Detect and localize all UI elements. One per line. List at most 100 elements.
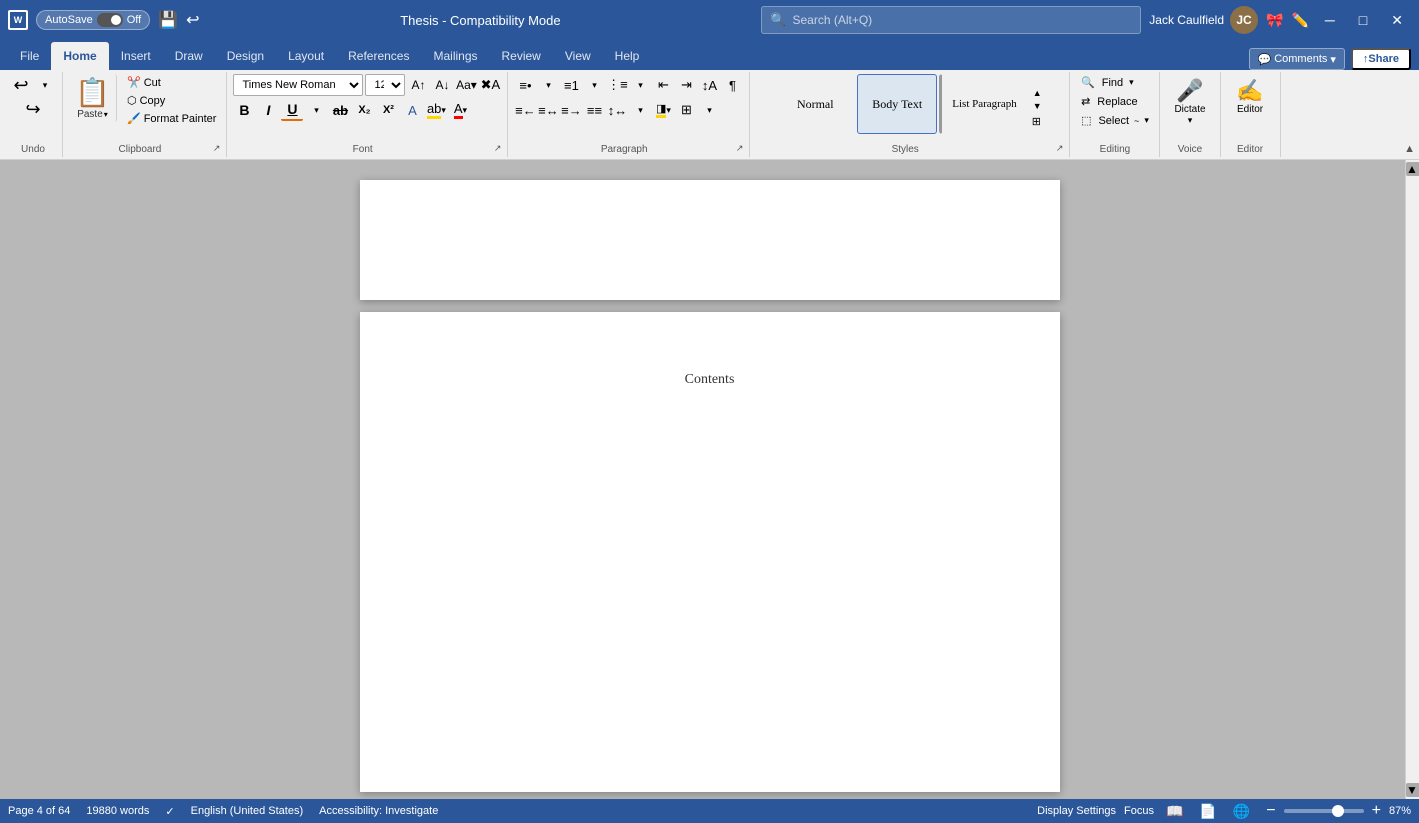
share-button[interactable]: ↑ Share xyxy=(1351,48,1411,70)
highlight-button[interactable]: ab ▾ xyxy=(425,99,447,121)
replace-button[interactable]: ⇄ Replace xyxy=(1077,93,1142,110)
scroll-up-button[interactable]: ▲ xyxy=(1406,162,1419,176)
comments-button[interactable]: 💬 Comments ▾ xyxy=(1249,48,1345,70)
title-undo-icon[interactable]: ↩ xyxy=(186,10,199,30)
autosave-button[interactable]: AutoSave Off xyxy=(36,10,150,30)
format-painter-button[interactable]: 🖌️ Format Painter xyxy=(123,110,220,127)
tab-references[interactable]: References xyxy=(336,42,421,70)
find-dropdown[interactable]: ▾ xyxy=(1129,77,1134,88)
tab-file[interactable]: File xyxy=(8,42,51,70)
tab-help[interactable]: Help xyxy=(603,42,652,70)
tab-view[interactable]: View xyxy=(553,42,603,70)
clipboard-expand-icon[interactable]: ↗ xyxy=(213,143,221,154)
undo-button[interactable]: ↩ xyxy=(10,74,32,96)
style-normal[interactable]: Normal xyxy=(775,74,855,134)
save-icon[interactable]: 💾 xyxy=(158,10,178,30)
multilevel-button[interactable]: ⋮≡ xyxy=(606,74,628,96)
redo-button[interactable]: ↪ xyxy=(22,98,44,120)
language[interactable]: English (United States) xyxy=(191,805,304,817)
cut-button[interactable]: ✂️ Cut xyxy=(123,74,220,91)
tab-mailings[interactable]: Mailings xyxy=(421,42,489,70)
italic-button[interactable]: I xyxy=(257,99,279,121)
word-count[interactable]: 19880 words xyxy=(86,805,149,817)
select-button[interactable]: ⬚ Select ~ ▾ xyxy=(1077,112,1153,129)
web-layout-button[interactable]: 🌐 xyxy=(1229,803,1254,820)
page-contents[interactable]: Contents xyxy=(360,312,1060,792)
line-spacing-dropdown[interactable]: ▾ xyxy=(629,99,651,121)
align-left-button[interactable]: ≡← xyxy=(514,99,536,121)
line-spacing-button[interactable]: ↕↔ xyxy=(606,99,628,121)
align-right-button[interactable]: ≡→ xyxy=(560,99,582,121)
numbering-button[interactable]: ≡1 xyxy=(560,74,582,96)
zoom-out-button[interactable]: − xyxy=(1262,802,1279,820)
accessibility[interactable]: Accessibility: Investigate xyxy=(319,805,438,817)
zoom-in-button[interactable]: + xyxy=(1368,802,1385,820)
tab-layout[interactable]: Layout xyxy=(276,42,336,70)
font-color-button[interactable]: A ▾ xyxy=(449,99,471,121)
font-name-select[interactable]: Times New Roman xyxy=(233,74,363,96)
decrease-font-button[interactable]: A↓ xyxy=(431,74,453,96)
change-case-button[interactable]: Aa▾ xyxy=(455,74,477,96)
copy-button[interactable]: ⬡ Copy xyxy=(123,92,220,109)
underline-dropdown[interactable]: ▾ xyxy=(305,99,327,121)
undo-dropdown-button[interactable]: ▾ xyxy=(34,74,56,96)
zoom-level[interactable]: 87% xyxy=(1389,805,1411,817)
ribbon-display-icon[interactable]: 🎀 xyxy=(1266,12,1283,29)
bullets-button[interactable]: ≡• xyxy=(514,74,536,96)
zoom-thumb[interactable] xyxy=(1332,805,1344,817)
paste-button[interactable]: 📋 Paste ▾ xyxy=(69,74,117,122)
paste-dropdown-icon[interactable]: ▾ xyxy=(104,110,108,119)
search-bar[interactable]: 🔍 xyxy=(761,6,1141,34)
text-effects-button[interactable]: A xyxy=(401,99,423,121)
collapse-ribbon-button[interactable]: ▲ xyxy=(1404,143,1415,155)
search-input[interactable] xyxy=(792,13,1132,27)
tab-review[interactable]: Review xyxy=(490,42,553,70)
styles-expand-icon[interactable]: ↗ xyxy=(1056,143,1064,154)
decrease-indent-button[interactable]: ⇤ xyxy=(652,74,674,96)
tab-draw[interactable]: Draw xyxy=(163,42,215,70)
zoom-slider[interactable] xyxy=(1284,809,1364,813)
borders-button[interactable]: ⊞ xyxy=(675,99,697,121)
read-mode-button[interactable]: 📖 xyxy=(1162,803,1187,820)
style-body-text[interactable]: Body Text xyxy=(857,74,937,134)
superscript-button[interactable]: X² xyxy=(377,99,399,121)
numbering-dropdown[interactable]: ▾ xyxy=(583,74,605,96)
maximize-button[interactable]: □ xyxy=(1351,12,1375,28)
shading-button[interactable]: ◨ ▾ xyxy=(652,99,674,121)
subscript-button[interactable]: X₂ xyxy=(353,99,375,121)
styles-scroll-up[interactable]: ▲ xyxy=(1030,87,1045,99)
dictate-button[interactable]: 🎤 Dictate ▾ xyxy=(1166,74,1213,130)
pen-icon[interactable]: ✏️ xyxy=(1291,12,1308,29)
font-expand-icon[interactable]: ↗ xyxy=(494,143,502,154)
styles-expand-button[interactable]: ⊞ xyxy=(1030,113,1045,130)
clear-format-button[interactable]: ✖A xyxy=(479,74,501,96)
justify-button[interactable]: ≡≡ xyxy=(583,99,605,121)
display-settings[interactable]: Display Settings xyxy=(1037,805,1116,817)
bullets-dropdown[interactable]: ▾ xyxy=(537,74,559,96)
scroll-track[interactable] xyxy=(1406,178,1419,781)
center-button[interactable]: ≡↔ xyxy=(537,99,559,121)
tab-insert[interactable]: Insert xyxy=(109,42,163,70)
font-size-select[interactable]: 12 xyxy=(365,74,405,96)
strikethrough-button[interactable]: ab xyxy=(329,99,351,121)
tab-design[interactable]: Design xyxy=(215,42,276,70)
user-avatar[interactable]: JC xyxy=(1230,6,1258,34)
doc-area[interactable]: Contents xyxy=(14,160,1405,799)
select-dropdown[interactable]: ▾ xyxy=(1144,115,1149,126)
focus-label[interactable]: Focus xyxy=(1124,805,1154,817)
dictate-dropdown[interactable]: ▾ xyxy=(1188,115,1193,126)
print-layout-button[interactable]: 📄 xyxy=(1195,803,1220,820)
sort-button[interactable]: ↕A xyxy=(698,74,720,96)
increase-indent-button[interactable]: ⇥ xyxy=(675,74,697,96)
show-para-button[interactable]: ¶ xyxy=(721,74,743,96)
editor-button[interactable]: ✍ Editor xyxy=(1228,74,1271,119)
bold-button[interactable]: B xyxy=(233,99,255,121)
increase-font-button[interactable]: A↑ xyxy=(407,74,429,96)
spell-check-icon[interactable]: ✓ xyxy=(165,805,174,818)
page-info[interactable]: Page 4 of 64 xyxy=(8,805,70,817)
scroll-down-button[interactable]: ▼ xyxy=(1406,783,1419,797)
close-button[interactable]: ✕ xyxy=(1383,12,1411,29)
styles-scroll-down[interactable]: ▼ xyxy=(1030,100,1045,112)
tab-home[interactable]: Home xyxy=(51,42,108,70)
minimize-button[interactable]: ─ xyxy=(1317,12,1343,28)
